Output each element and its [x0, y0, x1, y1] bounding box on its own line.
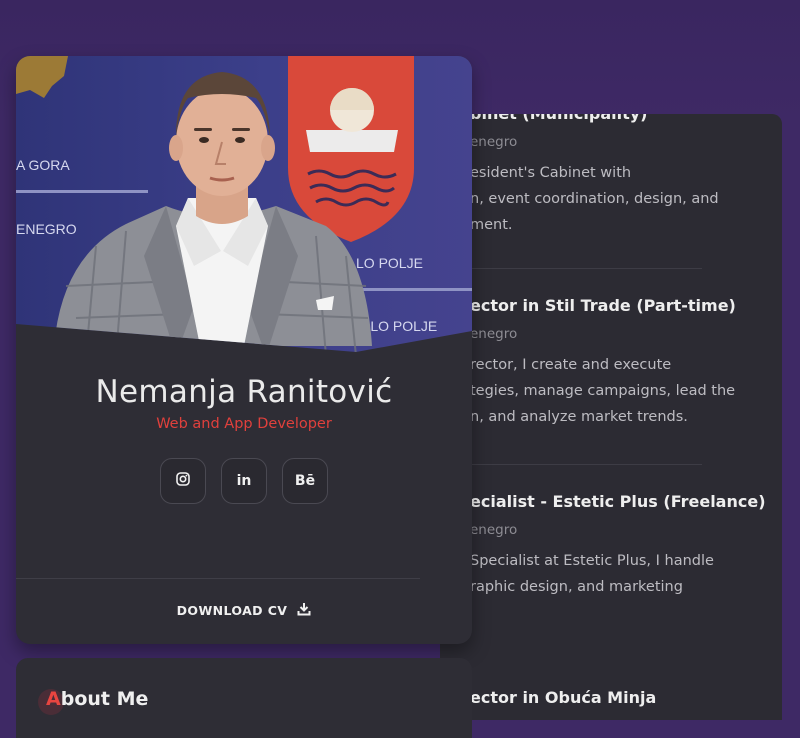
behance-icon: Bē [294, 473, 316, 489]
experience-item: ector in Stil Trade (Part-time) enegro r… [470, 296, 762, 430]
download-cv-label: DOWNLOAD CV [176, 603, 288, 618]
photo-bg-text: A GORA [16, 157, 70, 173]
experience-divider [470, 464, 702, 465]
experience-location: enegro [470, 522, 518, 538]
experience-description: rector, I create and execute tegies, man… [470, 357, 736, 425]
about-card: About Me [16, 658, 472, 738]
linkedin-icon: in [236, 473, 252, 489]
experience-title: ecialist - Estetic Plus (Freelance) [470, 492, 766, 511]
behance-link[interactable]: Bē [282, 458, 328, 504]
download-cv-button[interactable]: DOWNLOAD CV [16, 602, 472, 619]
instagram-icon [176, 472, 190, 490]
experience-item: ector in Obuća Minja [470, 688, 762, 707]
profile-role: Web and App Developer [156, 416, 332, 432]
profile-name: Nemanja Ranitović [95, 374, 393, 410]
experience-title: ector in Stil Trade (Part-time) [470, 296, 736, 315]
experience-item: binet (Municipality) enegro esident's Ca… [470, 114, 762, 238]
experience-panel: binet (Municipality) enegro esident's Ca… [440, 114, 782, 720]
about-title: About Me [46, 688, 149, 710]
experience-location: enegro [470, 326, 518, 342]
social-links: in Bē [16, 458, 472, 504]
linkedin-link[interactable]: in [221, 458, 267, 504]
experience-description: Specialist at Estetic Plus, I handle rap… [470, 553, 714, 595]
experience-divider [470, 268, 702, 269]
profile-card: A GORA ENEGRO LO POLJE ELO POLJE Nemanja… [16, 56, 472, 644]
photo-bg-text: ELO POLJE [361, 318, 437, 334]
photo-bg-text: LO POLJE [356, 255, 423, 271]
experience-title: ector in Obuća Minja [470, 688, 657, 707]
photo-bg-text: ENEGRO [16, 221, 77, 237]
experience-item: ecialist - Estetic Plus (Freelance) eneg… [470, 492, 766, 600]
instagram-link[interactable] [160, 458, 206, 504]
profile-photo: A GORA ENEGRO LO POLJE ELO POLJE [16, 56, 472, 396]
download-icon [297, 602, 311, 619]
card-divider [16, 578, 420, 579]
experience-location: enegro [470, 134, 518, 150]
experience-title: binet (Municipality) [470, 114, 762, 123]
experience-description: esident's Cabinet with n, event coordina… [470, 165, 719, 233]
